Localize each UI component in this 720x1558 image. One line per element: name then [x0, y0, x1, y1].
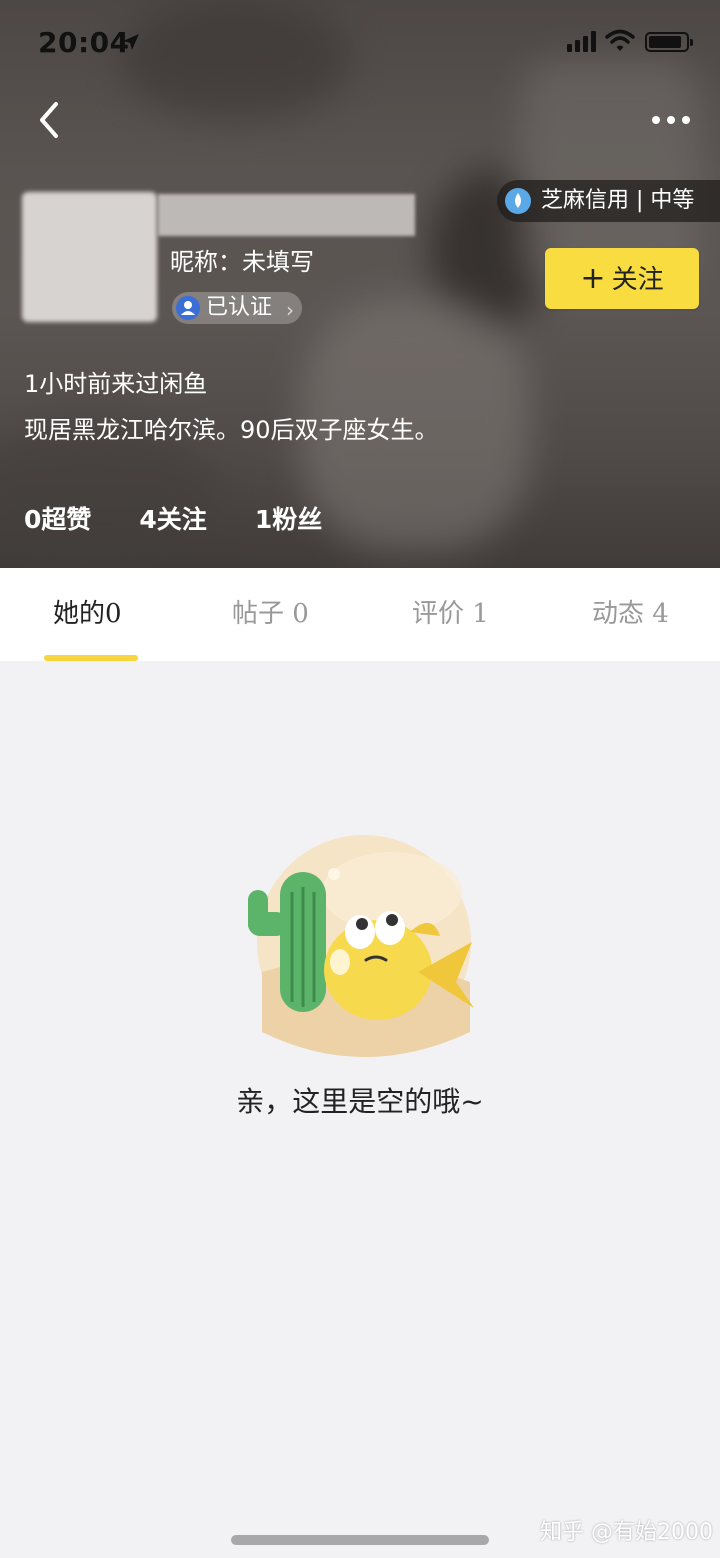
empty-state-message: 亲，这里是空的哦~ — [236, 1085, 484, 1118]
more-options-icon[interactable] — [646, 104, 696, 134]
avatar[interactable] — [22, 192, 157, 322]
watermark: 知乎 @有始2000 — [540, 1520, 713, 1545]
location-arrow-icon — [123, 34, 139, 50]
sesame-credit-badge[interactable]: 芝麻信用 | 中等 — [497, 180, 720, 222]
active-tab-indicator — [44, 655, 138, 661]
tab-posts[interactable]: 帖子 0 — [232, 568, 309, 661]
last-visit-text: 1小时前来过闲鱼 — [24, 370, 208, 398]
tab-activity[interactable]: 动态 4 — [592, 568, 669, 661]
sesame-credit-text: 芝麻信用 | 中等 — [541, 188, 695, 213]
chevron-right-icon: › — [286, 298, 295, 322]
verified-label: 已认证 — [206, 295, 273, 320]
status-time: 20:04 — [38, 26, 130, 59]
back-arrow-icon[interactable] — [30, 98, 70, 142]
profile-stats: 0超赞 4关注 1粉丝 — [24, 500, 370, 536]
battery-level — [649, 36, 682, 48]
tab-reviews[interactable]: 评价 1 — [412, 568, 489, 661]
tab-hers[interactable]: 她的0 — [53, 568, 122, 661]
home-indicator[interactable] — [231, 1535, 489, 1545]
follow-button[interactable]: + 关注 — [545, 248, 699, 309]
sesame-credit-icon — [505, 188, 531, 214]
plus-icon: + — [580, 261, 606, 296]
follow-button-label: 关注 — [611, 265, 664, 295]
bio-text: 现居黑龙江哈尔滨。90后双子座女生。 — [24, 416, 439, 444]
fans-count[interactable]: 1粉丝 — [255, 500, 322, 536]
username-blurred — [158, 194, 415, 236]
verified-badge[interactable]: 已认证 › — [172, 292, 303, 324]
profile-tabs: 她的0 帖子 0 评价 1 动态 4 — [0, 568, 720, 661]
cactus-fish-illustration — [248, 835, 474, 1057]
nickname-label: 昵称：未填写 — [170, 248, 314, 276]
battery-icon — [645, 32, 693, 52]
super-likes-count[interactable]: 0超赞 — [24, 500, 91, 536]
wifi-icon — [605, 29, 635, 51]
following-count[interactable]: 4关注 — [139, 500, 206, 536]
profile-header: 20:04 昵称：未填写 已认证 › 芝麻信用 | 中等 + 关注 1小时前来过… — [0, 0, 720, 568]
cellular-signal-icon — [567, 30, 599, 52]
status-bar: 20:04 — [0, 0, 720, 86]
verified-user-icon — [176, 296, 200, 320]
